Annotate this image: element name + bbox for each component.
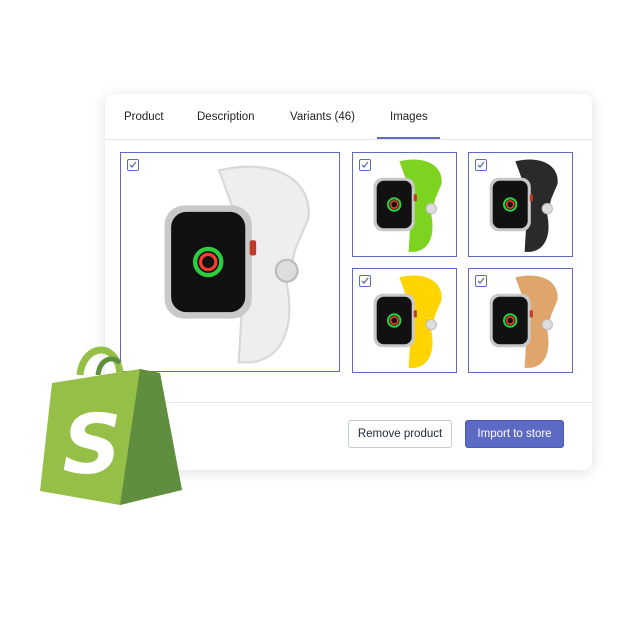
checkmark-icon — [477, 277, 485, 284]
checkmark-icon — [361, 161, 369, 168]
checkmark-icon — [361, 277, 369, 284]
tab-images[interactable]: Images — [377, 111, 440, 139]
tab-product[interactable]: Product — [124, 111, 164, 123]
checkmark-icon — [477, 161, 485, 168]
remove-product-button[interactable]: Remove product — [348, 420, 452, 448]
tab-bar: Product Description Variants (46) Images — [105, 94, 592, 140]
tab-variants[interactable]: Variants (46) — [290, 111, 355, 123]
tab-description[interactable]: Description — [197, 111, 255, 123]
checkbox[interactable] — [127, 159, 139, 171]
image-tile[interactable] — [468, 152, 573, 257]
image-tile[interactable] — [352, 152, 457, 257]
image-tile[interactable] — [352, 268, 457, 373]
checkbox[interactable] — [359, 159, 371, 171]
svg-text:S: S — [62, 398, 121, 493]
image-tile[interactable] — [120, 152, 340, 372]
checkbox[interactable] — [475, 159, 487, 171]
shopify-bag-icon: S — [40, 346, 182, 505]
checkmark-icon — [129, 161, 137, 168]
import-to-store-button[interactable]: Import to store — [465, 420, 564, 448]
checkbox[interactable] — [475, 275, 487, 287]
watch-image — [164, 165, 310, 364]
image-tile[interactable] — [468, 268, 573, 373]
checkbox[interactable] — [359, 275, 371, 287]
